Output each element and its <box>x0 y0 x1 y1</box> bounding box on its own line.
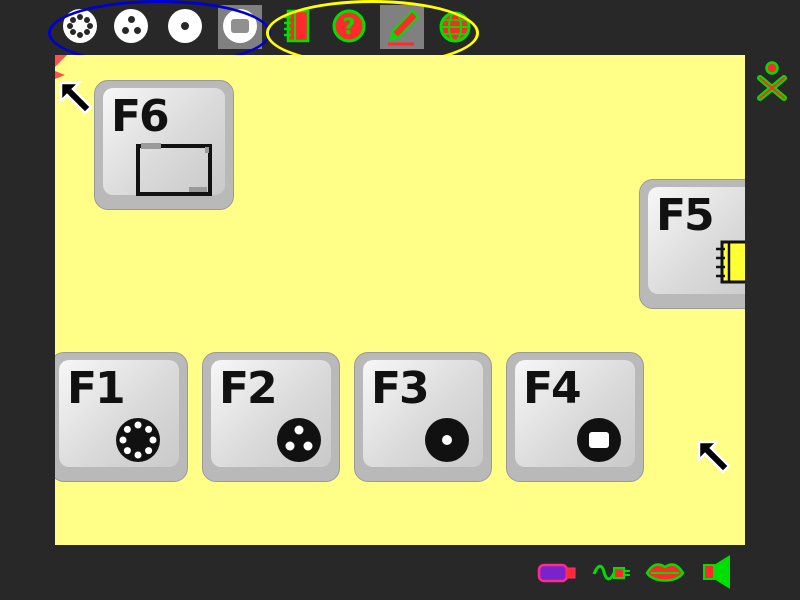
neighborhood-view-icon[interactable] <box>63 9 97 43</box>
usb-drive-icon[interactable] <box>537 562 577 584</box>
group-view-icon[interactable] <box>114 9 148 43</box>
write-icon[interactable] <box>384 8 420 46</box>
speaker-icon[interactable] <box>702 553 734 591</box>
key-f5: F5 <box>639 179 745 309</box>
key-f3: F3 <box>354 352 492 482</box>
neighborhood-view-icon <box>116 418 160 462</box>
browse-icon[interactable] <box>437 9 473 45</box>
key-label: F6 <box>111 91 170 142</box>
key-label: F4 <box>523 363 582 414</box>
xo-buddy-icon[interactable] <box>755 60 789 102</box>
key-label: F3 <box>371 363 430 414</box>
frame-icon <box>136 143 212 196</box>
help-icon[interactable]: ? <box>331 8 367 44</box>
key-label: F1 <box>67 363 126 414</box>
arrow-up-left-icon <box>59 81 93 115</box>
activity-view-icon[interactable] <box>223 9 257 43</box>
canvas-area: F6 F5 F1 F2 F3 F4 <box>55 55 745 545</box>
key-f4: F4 <box>506 352 644 482</box>
arrow-up-left-icon <box>697 440 731 474</box>
svg-text:?: ? <box>343 15 356 40</box>
hot-corner-marker <box>55 55 67 79</box>
key-f1: F1 <box>55 352 188 482</box>
journal-icon <box>716 240 745 284</box>
activity-view-icon <box>577 418 621 462</box>
key-f6: F6 <box>94 80 234 210</box>
home-view-icon[interactable] <box>168 9 202 43</box>
network-cable-icon[interactable] <box>592 562 632 584</box>
microphone-icon[interactable] <box>645 560 685 586</box>
journal-icon[interactable] <box>282 8 312 44</box>
key-label: F5 <box>656 190 715 241</box>
home-view-icon <box>425 418 469 462</box>
key-label: F2 <box>219 363 278 414</box>
group-view-icon <box>277 418 321 462</box>
key-f2: F2 <box>202 352 340 482</box>
